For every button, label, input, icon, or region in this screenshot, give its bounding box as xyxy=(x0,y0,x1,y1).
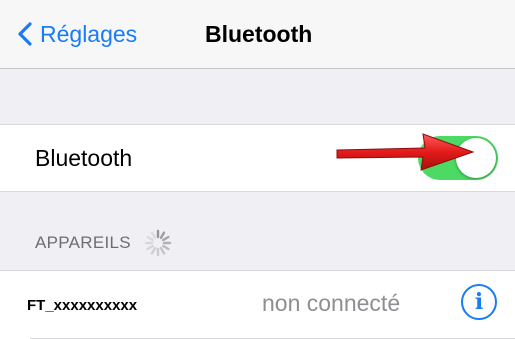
device-row[interactable]: FT_xxxxxxxxxx non connecté i xyxy=(0,270,515,339)
chevron-left-icon xyxy=(18,22,32,46)
devices-section-label: APPAREILS xyxy=(35,233,131,252)
navigation-bar: Réglages Bluetooth xyxy=(0,0,515,69)
back-button[interactable]: Réglages xyxy=(18,14,137,54)
device-status: non connecté xyxy=(262,289,401,316)
info-icon[interactable]: i xyxy=(461,284,497,320)
page-title: Bluetooth xyxy=(205,20,313,47)
bluetooth-label: Bluetooth xyxy=(35,144,133,171)
back-label: Réglages xyxy=(40,20,138,47)
bluetooth-settings-screen: Réglages Bluetooth Bluetooth APPAREILS F… xyxy=(0,0,515,339)
devices-section-header: APPAREILS xyxy=(35,226,173,260)
device-name: FT_xxxxxxxxxx xyxy=(27,296,138,314)
red-arrow-annotation-icon xyxy=(336,133,475,171)
loading-spinner-icon xyxy=(144,229,172,257)
